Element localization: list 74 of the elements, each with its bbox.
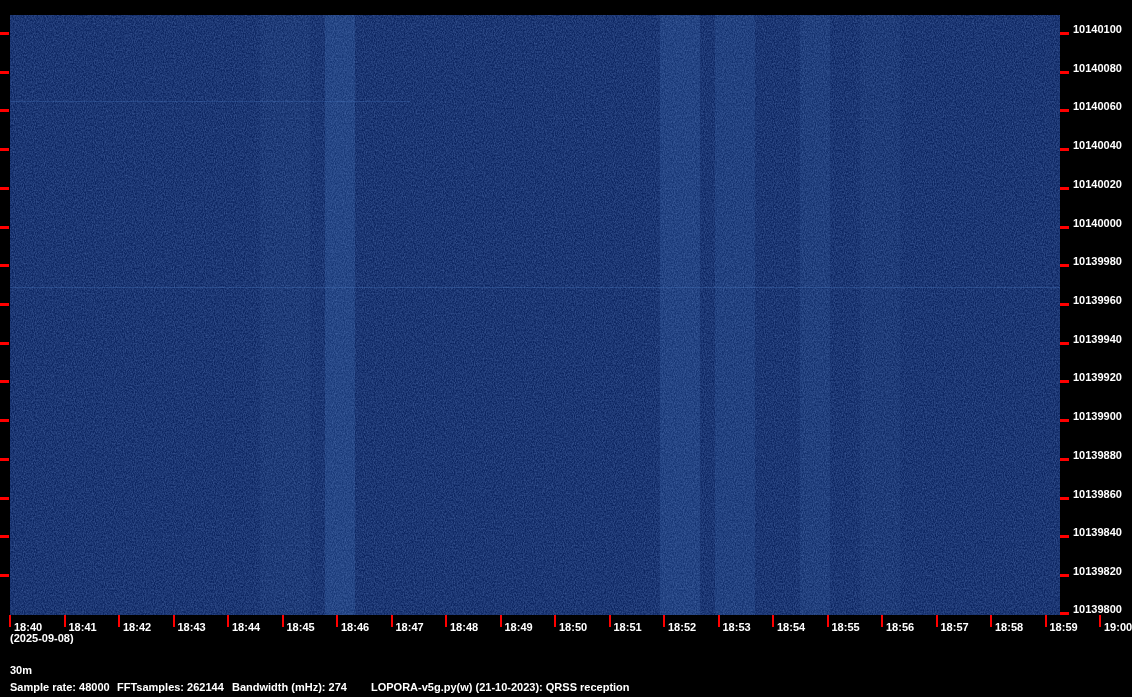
tick-mark (0, 574, 9, 578)
tick-mark (0, 186, 9, 190)
frequency-label: 10139800 (1073, 602, 1122, 615)
time-label: 18:55 (831, 621, 860, 633)
tick-mark (1060, 419, 1069, 423)
tick-mark (1060, 535, 1069, 539)
time-label: 18:53 (722, 621, 751, 633)
frequency-label: 10139960 (1073, 294, 1122, 307)
frequency-label: 10139820 (1073, 565, 1122, 578)
time-label: 18:40 (14, 621, 43, 633)
date-label: (2025-09-08) (10, 632, 74, 645)
frequency-label: 10139880 (1073, 448, 1122, 461)
tick-mark (1060, 32, 1069, 35)
info-text: Bandwidth (mHz): 274 (232, 681, 347, 694)
time-label: 18:54 (777, 621, 806, 633)
time-label: 18:49 (504, 621, 533, 633)
tick-mark (1060, 225, 1069, 229)
tick-mark (1060, 264, 1069, 268)
tick-mark (0, 264, 9, 268)
time-label: 18:59 (1049, 621, 1078, 633)
tick-mark (1060, 574, 1069, 578)
time-label: 18:50 (559, 621, 588, 633)
time-label: 18:56 (886, 621, 915, 633)
time-label: 18:57 (940, 621, 969, 633)
info-text: LOPORA-v5g.py(w) (21-10-2023): QRSS reception (371, 681, 630, 694)
time-label: 18:51 (613, 621, 642, 633)
tick-mark (0, 32, 9, 35)
tick-mark (1060, 496, 1069, 500)
tick-mark (1060, 186, 1069, 190)
time-label: 18:46 (341, 621, 370, 633)
tick-mark (0, 148, 9, 152)
tick-mark (1060, 457, 1069, 461)
frequency-label: 10139860 (1073, 487, 1122, 500)
tick-mark (0, 496, 9, 500)
time-label: 19:00 (1104, 621, 1132, 633)
frequency-label: 10139900 (1073, 410, 1122, 423)
info-text: FFTsamples: 262144 (117, 681, 224, 694)
time-label: 18:42 (123, 621, 152, 633)
tick-mark (1060, 611, 1069, 615)
time-label: 18:43 (177, 621, 206, 633)
time-label: 18:45 (286, 621, 315, 633)
frequency-label: 10139840 (1073, 526, 1122, 539)
tick-mark (0, 457, 9, 461)
tick-mark (0, 380, 9, 384)
tick-mark (0, 109, 9, 113)
tick-mark (1060, 380, 1069, 384)
tick-mark (1060, 70, 1069, 74)
time-label: 18:58 (995, 621, 1024, 633)
frequency-label: 10140060 (1073, 100, 1122, 113)
tick-mark (1060, 341, 1069, 345)
tick-mark (0, 225, 9, 229)
tick-mark (0, 70, 9, 74)
info-text: Sample rate: 48000 (10, 681, 110, 694)
tick-mark (0, 419, 9, 423)
time-label: 18:52 (668, 621, 697, 633)
tick-mark (0, 341, 9, 345)
time-label: 18:44 (232, 621, 261, 633)
frequency-label: 10139940 (1073, 332, 1122, 345)
time-label: 18:47 (395, 621, 424, 633)
frequency-label: 10140000 (1073, 216, 1122, 229)
band-label: 30m (10, 664, 33, 677)
time-label: 18:48 (450, 621, 479, 633)
frequency-label: 10140080 (1073, 61, 1122, 74)
frequency-label: 10139920 (1073, 371, 1122, 384)
frequency-label: 10139980 (1073, 255, 1122, 268)
frequency-label: 10140020 (1073, 177, 1122, 190)
time-label: 18:41 (68, 621, 97, 633)
tick-mark (1060, 303, 1069, 307)
frequency-label: 10140040 (1073, 139, 1122, 152)
frequency-label: 10140100 (1073, 23, 1122, 35)
tick-mark (0, 535, 9, 539)
tick-mark (1060, 109, 1069, 113)
tick-mark (1060, 148, 1069, 152)
tick-mark (0, 303, 9, 307)
